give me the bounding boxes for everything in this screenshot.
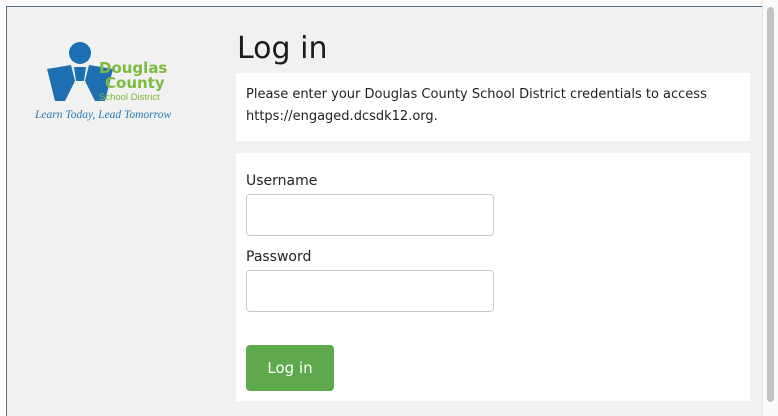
username-input[interactable]: [246, 194, 494, 236]
password-label: Password: [246, 249, 312, 265]
district-logo: Douglas County School District Learn Tod…: [33, 37, 193, 132]
login-form: Username Password Log in: [236, 153, 750, 401]
username-label: Username: [246, 173, 318, 189]
scrollbar-thumb[interactable]: [767, 7, 774, 402]
page-frame: Douglas County School District Learn Tod…: [6, 6, 778, 416]
logo-text-school-district: School District: [99, 92, 160, 103]
page-title: Log in: [237, 31, 328, 66]
logo-text-county: County: [105, 74, 165, 92]
info-message: Please enter your Douglas County School …: [236, 73, 750, 141]
password-input[interactable]: [246, 270, 494, 312]
logo-tagline: Learn Today, Lead Tomorrow: [35, 109, 172, 121]
login-button[interactable]: Log in: [246, 345, 334, 391]
vertical-scrollbar[interactable]: [762, 0, 778, 416]
